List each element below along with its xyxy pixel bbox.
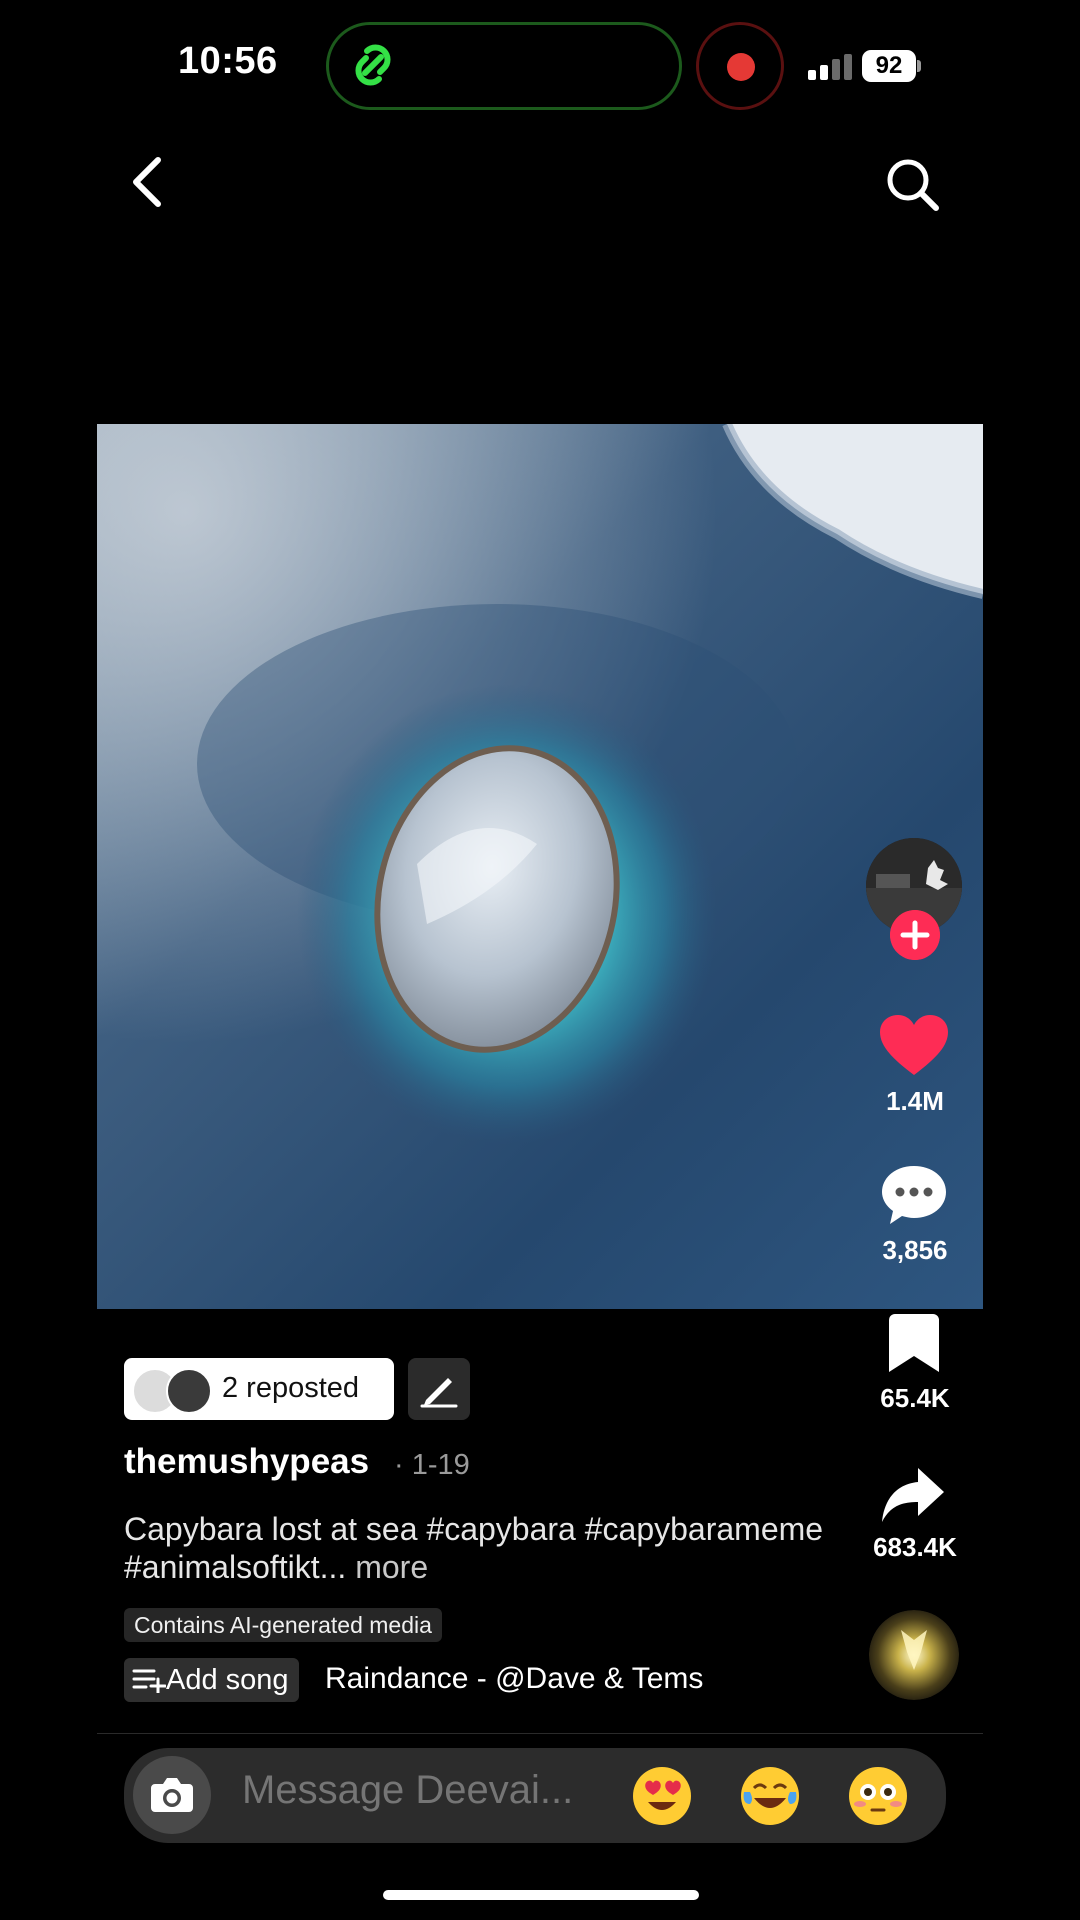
username[interactable]: themushypeas bbox=[124, 1442, 369, 1482]
post-date: · 1-19 bbox=[394, 1449, 470, 1481]
video-player[interactable] bbox=[97, 424, 983, 1309]
edit-button[interactable] bbox=[408, 1358, 470, 1420]
bookmark-icon[interactable] bbox=[889, 1314, 939, 1372]
playlist-add-icon bbox=[132, 1669, 167, 1695]
message-input[interactable] bbox=[242, 1768, 602, 1813]
status-time: 10:56 bbox=[178, 40, 278, 82]
tears-of-joy-emoji-icon[interactable] bbox=[740, 1766, 800, 1826]
heart-eyes-emoji-icon[interactable] bbox=[632, 1766, 692, 1826]
ai-generated-label: Contains AI-generated media bbox=[124, 1608, 442, 1642]
video-frame bbox=[97, 424, 983, 1309]
cellular-signal-icon bbox=[808, 54, 852, 80]
search-icon[interactable] bbox=[884, 156, 940, 212]
comment-count: 3,856 bbox=[882, 1235, 948, 1265]
comment-icon[interactable] bbox=[880, 1164, 948, 1226]
message-bar bbox=[124, 1748, 946, 1843]
caption-more-link[interactable]: more bbox=[355, 1549, 428, 1585]
camera-icon bbox=[151, 1778, 193, 1812]
divider bbox=[97, 1733, 983, 1734]
heart-like-icon[interactable] bbox=[880, 1015, 948, 1077]
repost-avatar-2 bbox=[166, 1368, 212, 1414]
flushed-emoji-icon[interactable] bbox=[848, 1766, 908, 1826]
repost-label: 2 reposted bbox=[222, 1372, 360, 1404]
back-arrow-icon[interactable] bbox=[124, 154, 172, 210]
battery-tip bbox=[917, 60, 921, 72]
dynamic-island bbox=[326, 22, 682, 110]
song-title[interactable]: Raindance - @Dave & Tems bbox=[325, 1662, 703, 1696]
like-count: 1.4M bbox=[886, 1086, 944, 1116]
pencil-icon bbox=[420, 1378, 458, 1408]
link-icon bbox=[355, 44, 391, 86]
share-count: 683.4K bbox=[873, 1532, 957, 1562]
share-arrow-icon[interactable] bbox=[880, 1466, 946, 1524]
caption-text: Capybara lost at sea #capybara #capybara… bbox=[124, 1511, 824, 1585]
screen-recording-indicator bbox=[696, 22, 784, 110]
save-count: 65.4K bbox=[880, 1383, 950, 1413]
home-indicator[interactable] bbox=[383, 1890, 699, 1900]
follow-plus-icon[interactable] bbox=[890, 910, 940, 960]
reposted-badge[interactable]: 2 reposted bbox=[124, 1358, 394, 1420]
music-disc[interactable] bbox=[869, 1610, 959, 1700]
camera-button[interactable] bbox=[133, 1756, 211, 1834]
caption[interactable]: Capybara lost at sea #capybara #capybara… bbox=[124, 1510, 824, 1586]
battery-level: 92 bbox=[862, 50, 916, 82]
add-song-button[interactable]: Add song bbox=[124, 1658, 299, 1702]
add-song-label: Add song bbox=[166, 1664, 289, 1696]
